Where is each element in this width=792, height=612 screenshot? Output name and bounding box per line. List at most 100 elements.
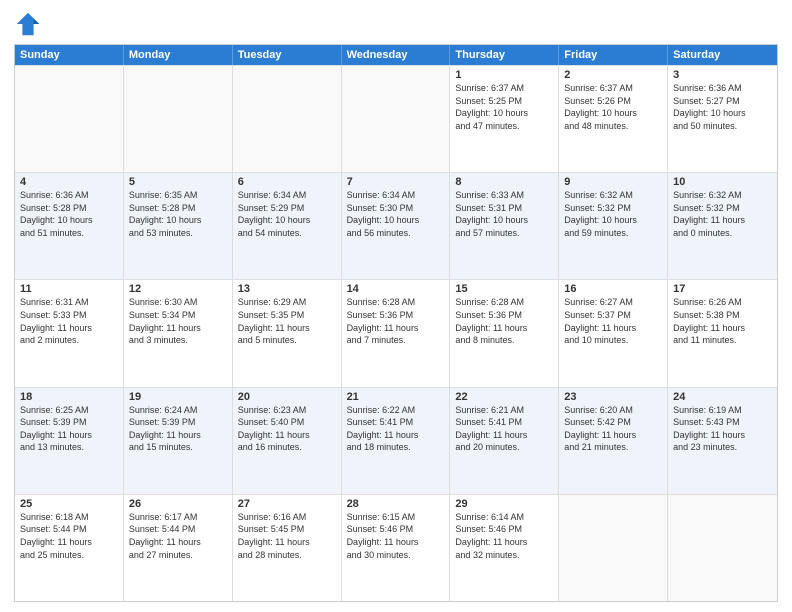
day-number: 6 [238,176,336,188]
day-number: 2 [564,69,662,81]
day-number: 10 [673,176,772,188]
day-info: Sunrise: 6:34 AM Sunset: 5:30 PM Dayligh… [347,189,445,239]
header-day-sunday: Sunday [15,45,124,65]
cal-cell: 17Sunrise: 6:26 AM Sunset: 5:38 PM Dayli… [668,280,777,386]
cal-cell: 25Sunrise: 6:18 AM Sunset: 5:44 PM Dayli… [15,495,124,601]
cal-cell: 15Sunrise: 6:28 AM Sunset: 5:36 PM Dayli… [450,280,559,386]
day-number: 15 [455,283,553,295]
day-number: 22 [455,391,553,403]
day-number: 17 [673,283,772,295]
day-info: Sunrise: 6:32 AM Sunset: 5:32 PM Dayligh… [673,189,772,239]
cal-cell: 18Sunrise: 6:25 AM Sunset: 5:39 PM Dayli… [15,388,124,494]
cal-cell: 6Sunrise: 6:34 AM Sunset: 5:29 PM Daylig… [233,173,342,279]
header-day-saturday: Saturday [668,45,777,65]
cal-cell: 26Sunrise: 6:17 AM Sunset: 5:44 PM Dayli… [124,495,233,601]
day-number: 23 [564,391,662,403]
day-number: 3 [673,69,772,81]
cal-cell: 21Sunrise: 6:22 AM Sunset: 5:41 PM Dayli… [342,388,451,494]
day-info: Sunrise: 6:35 AM Sunset: 5:28 PM Dayligh… [129,189,227,239]
day-info: Sunrise: 6:37 AM Sunset: 5:26 PM Dayligh… [564,82,662,132]
logo [14,10,46,38]
cal-cell [15,66,124,172]
day-info: Sunrise: 6:37 AM Sunset: 5:25 PM Dayligh… [455,82,553,132]
day-info: Sunrise: 6:16 AM Sunset: 5:45 PM Dayligh… [238,511,336,561]
cal-cell: 22Sunrise: 6:21 AM Sunset: 5:41 PM Dayli… [450,388,559,494]
cal-cell: 9Sunrise: 6:32 AM Sunset: 5:32 PM Daylig… [559,173,668,279]
day-number: 26 [129,498,227,510]
day-info: Sunrise: 6:24 AM Sunset: 5:39 PM Dayligh… [129,404,227,454]
cal-cell: 3Sunrise: 6:36 AM Sunset: 5:27 PM Daylig… [668,66,777,172]
day-info: Sunrise: 6:27 AM Sunset: 5:37 PM Dayligh… [564,296,662,346]
day-number: 29 [455,498,553,510]
cal-cell: 19Sunrise: 6:24 AM Sunset: 5:39 PM Dayli… [124,388,233,494]
cal-cell: 29Sunrise: 6:14 AM Sunset: 5:46 PM Dayli… [450,495,559,601]
week-row-1: 4Sunrise: 6:36 AM Sunset: 5:28 PM Daylig… [15,172,777,279]
cal-cell: 4Sunrise: 6:36 AM Sunset: 5:28 PM Daylig… [15,173,124,279]
cal-cell: 1Sunrise: 6:37 AM Sunset: 5:25 PM Daylig… [450,66,559,172]
day-info: Sunrise: 6:29 AM Sunset: 5:35 PM Dayligh… [238,296,336,346]
cal-cell: 28Sunrise: 6:15 AM Sunset: 5:46 PM Dayli… [342,495,451,601]
day-info: Sunrise: 6:19 AM Sunset: 5:43 PM Dayligh… [673,404,772,454]
day-number: 14 [347,283,445,295]
cal-cell: 10Sunrise: 6:32 AM Sunset: 5:32 PM Dayli… [668,173,777,279]
day-number: 9 [564,176,662,188]
day-number: 28 [347,498,445,510]
day-info: Sunrise: 6:33 AM Sunset: 5:31 PM Dayligh… [455,189,553,239]
day-info: Sunrise: 6:30 AM Sunset: 5:34 PM Dayligh… [129,296,227,346]
logo-icon [14,10,42,38]
cal-cell [124,66,233,172]
day-info: Sunrise: 6:26 AM Sunset: 5:38 PM Dayligh… [673,296,772,346]
day-number: 7 [347,176,445,188]
cal-cell: 2Sunrise: 6:37 AM Sunset: 5:26 PM Daylig… [559,66,668,172]
day-info: Sunrise: 6:36 AM Sunset: 5:28 PM Dayligh… [20,189,118,239]
cal-cell [668,495,777,601]
day-number: 13 [238,283,336,295]
calendar-body: 1Sunrise: 6:37 AM Sunset: 5:25 PM Daylig… [15,65,777,601]
header [14,10,778,38]
week-row-3: 18Sunrise: 6:25 AM Sunset: 5:39 PM Dayli… [15,387,777,494]
day-number: 27 [238,498,336,510]
week-row-4: 25Sunrise: 6:18 AM Sunset: 5:44 PM Dayli… [15,494,777,601]
calendar-header: SundayMondayTuesdayWednesdayThursdayFrid… [15,45,777,65]
cal-cell: 11Sunrise: 6:31 AM Sunset: 5:33 PM Dayli… [15,280,124,386]
day-number: 19 [129,391,227,403]
day-number: 5 [129,176,227,188]
day-info: Sunrise: 6:28 AM Sunset: 5:36 PM Dayligh… [455,296,553,346]
day-number: 8 [455,176,553,188]
day-info: Sunrise: 6:28 AM Sunset: 5:36 PM Dayligh… [347,296,445,346]
cal-cell [559,495,668,601]
page: SundayMondayTuesdayWednesdayThursdayFrid… [0,0,792,612]
cal-cell: 8Sunrise: 6:33 AM Sunset: 5:31 PM Daylig… [450,173,559,279]
week-row-0: 1Sunrise: 6:37 AM Sunset: 5:25 PM Daylig… [15,65,777,172]
cal-cell: 12Sunrise: 6:30 AM Sunset: 5:34 PM Dayli… [124,280,233,386]
day-info: Sunrise: 6:25 AM Sunset: 5:39 PM Dayligh… [20,404,118,454]
day-info: Sunrise: 6:23 AM Sunset: 5:40 PM Dayligh… [238,404,336,454]
cal-cell: 5Sunrise: 6:35 AM Sunset: 5:28 PM Daylig… [124,173,233,279]
cal-cell: 7Sunrise: 6:34 AM Sunset: 5:30 PM Daylig… [342,173,451,279]
day-number: 24 [673,391,772,403]
cal-cell: 23Sunrise: 6:20 AM Sunset: 5:42 PM Dayli… [559,388,668,494]
cal-cell: 20Sunrise: 6:23 AM Sunset: 5:40 PM Dayli… [233,388,342,494]
day-info: Sunrise: 6:14 AM Sunset: 5:46 PM Dayligh… [455,511,553,561]
week-row-2: 11Sunrise: 6:31 AM Sunset: 5:33 PM Dayli… [15,279,777,386]
cal-cell [342,66,451,172]
day-number: 16 [564,283,662,295]
header-day-thursday: Thursday [450,45,559,65]
day-number: 21 [347,391,445,403]
cal-cell: 16Sunrise: 6:27 AM Sunset: 5:37 PM Dayli… [559,280,668,386]
header-day-monday: Monday [124,45,233,65]
cal-cell: 13Sunrise: 6:29 AM Sunset: 5:35 PM Dayli… [233,280,342,386]
header-day-wednesday: Wednesday [342,45,451,65]
day-number: 1 [455,69,553,81]
day-info: Sunrise: 6:21 AM Sunset: 5:41 PM Dayligh… [455,404,553,454]
day-number: 12 [129,283,227,295]
day-info: Sunrise: 6:20 AM Sunset: 5:42 PM Dayligh… [564,404,662,454]
day-number: 25 [20,498,118,510]
day-number: 4 [20,176,118,188]
day-number: 11 [20,283,118,295]
day-info: Sunrise: 6:18 AM Sunset: 5:44 PM Dayligh… [20,511,118,561]
day-info: Sunrise: 6:32 AM Sunset: 5:32 PM Dayligh… [564,189,662,239]
calendar: SundayMondayTuesdayWednesdayThursdayFrid… [14,44,778,602]
cal-cell [233,66,342,172]
cal-cell: 24Sunrise: 6:19 AM Sunset: 5:43 PM Dayli… [668,388,777,494]
